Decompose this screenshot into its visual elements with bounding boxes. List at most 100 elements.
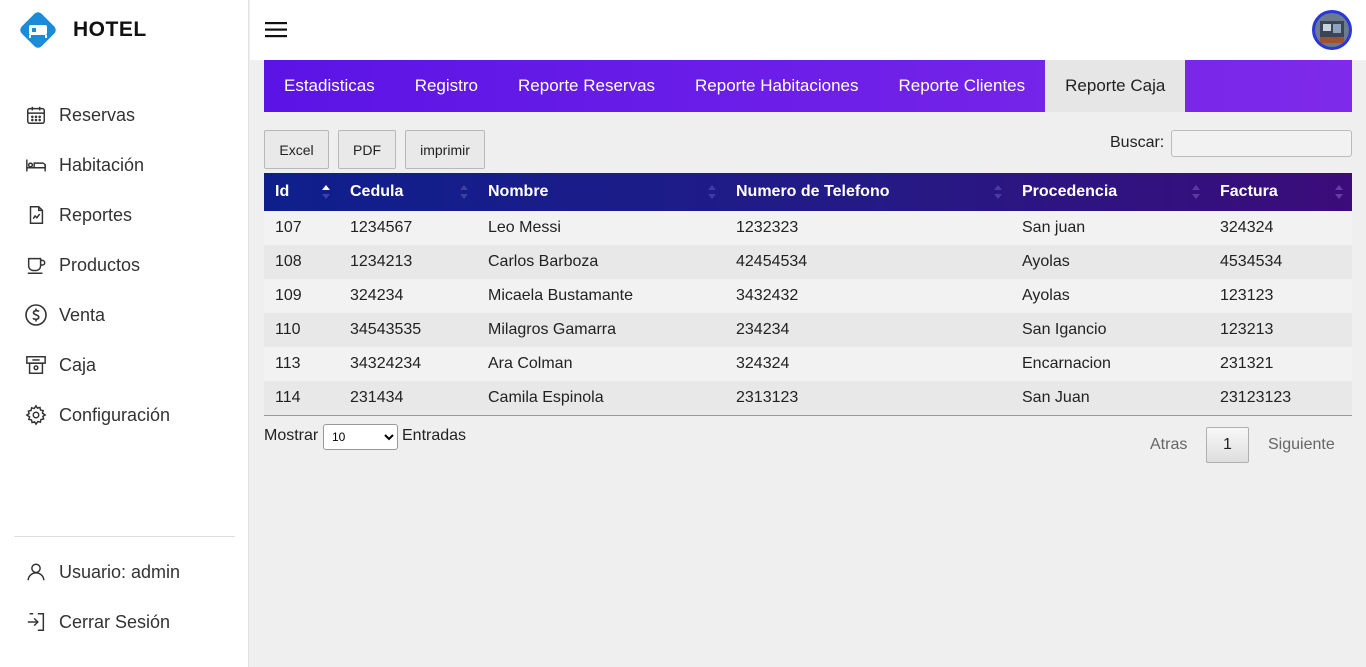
column-header-telefono[interactable]: Numero de Telefono — [725, 173, 1011, 211]
sidebar-item-label: Configuración — [59, 404, 171, 425]
sort-asc-icon — [322, 185, 330, 199]
brand[interactable]: HOTEL — [18, 10, 147, 50]
sidebar-item-label: Caja — [59, 354, 97, 375]
page-size-select[interactable]: 10 — [323, 424, 398, 450]
cell-id: 110 — [275, 321, 301, 338]
sort-icon — [1192, 185, 1200, 199]
avatar-image-icon — [1315, 13, 1349, 47]
column-header-nombre[interactable]: Nombre — [477, 173, 725, 211]
pagination-next[interactable]: Siguiente — [1268, 436, 1335, 454]
show-label: Mostrar — [264, 427, 319, 444]
sidebar-divider — [14, 536, 235, 537]
tab-reporte-reservas[interactable]: Reporte Reservas — [498, 60, 675, 112]
sidebar-item-label: Venta — [59, 304, 106, 325]
cell-cedula: 1234213 — [350, 253, 413, 270]
tab-registro[interactable]: Registro — [395, 60, 498, 112]
pdf-button[interactable]: PDF — [338, 130, 396, 169]
sidebar-item-productos[interactable]: Productos — [0, 240, 249, 290]
cell-telefono: 324324 — [736, 355, 790, 372]
user-icon — [24, 560, 48, 584]
sort-icon — [708, 185, 716, 199]
gear-icon — [24, 403, 48, 427]
hamburger-icon[interactable] — [265, 18, 289, 42]
cell-factura: 123123 — [1220, 287, 1274, 304]
search-label: Buscar: — [1110, 134, 1165, 151]
sidebar-item-label: Reservas — [59, 104, 136, 125]
table-row[interactable]: 114 231434 Camila Espinola 2313123 San J… — [264, 381, 1352, 415]
cell-procedencia: San Juan — [1022, 389, 1090, 406]
search-input[interactable] — [1171, 130, 1352, 157]
topbar — [250, 0, 1366, 60]
column-header-factura[interactable]: Factura — [1209, 173, 1352, 211]
cell-procedencia: San Igancio — [1022, 321, 1107, 338]
cell-telefono: 234234 — [736, 321, 790, 338]
pagination-page-1[interactable]: 1 — [1206, 427, 1249, 463]
column-header-cedula[interactable]: Cedula — [339, 173, 477, 211]
cell-factura: 324324 — [1220, 219, 1274, 236]
tab-reporte-clientes[interactable]: Reporte Clientes — [879, 60, 1046, 112]
cup-icon — [24, 253, 48, 277]
cell-nombre: Micaela Bustamante — [488, 287, 633, 304]
cell-cedula: 324234 — [350, 287, 404, 304]
cell-procedencia: Ayolas — [1022, 287, 1070, 304]
cell-id: 108 — [275, 253, 302, 270]
column-header-id[interactable]: Id — [264, 173, 339, 211]
table-row[interactable]: 109 324234 Micaela Bustamante 3432432 Ay… — [264, 279, 1352, 313]
tab-reporte-caja[interactable]: Reporte Caja — [1045, 60, 1186, 112]
sidebar-nav: Reservas Habitación Reportes Productos V… — [0, 90, 249, 440]
sidebar-bottom-nav: Usuario: admin Cerrar Sesión — [0, 547, 249, 647]
pagination-previous[interactable]: Atras — [1150, 436, 1187, 454]
cell-id: 109 — [275, 287, 302, 304]
sidebar-item-caja[interactable]: Caja — [0, 340, 249, 390]
cell-id: 107 — [275, 219, 302, 236]
table-row[interactable]: 110 34543535 Milagros Gamarra 234234 San… — [264, 313, 1352, 347]
sort-icon — [1335, 185, 1343, 199]
table-row[interactable]: 107 1234567 Leo Messi 1232323 San juan 3… — [264, 211, 1352, 245]
sidebar-item-reservas[interactable]: Reservas — [0, 90, 249, 140]
cell-telefono: 2313123 — [736, 389, 799, 406]
sidebar-item-label: Usuario: admin — [59, 561, 181, 582]
excel-button[interactable]: Excel — [264, 130, 329, 169]
sidebar-item-label: Habitación — [59, 154, 145, 175]
data-table: Id Cedula Nombre Numero de Telefono Proc… — [264, 173, 1352, 415]
sidebar-item-usuario[interactable]: Usuario: admin — [0, 547, 249, 597]
column-header-procedencia[interactable]: Procedencia — [1011, 173, 1209, 211]
sidebar: HOTEL Reservas Habitación Reportes Produ… — [0, 0, 249, 667]
avatar[interactable] — [1312, 10, 1352, 50]
cell-cedula: 34324234 — [350, 355, 422, 372]
print-button[interactable]: imprimir — [405, 130, 485, 169]
cell-nombre: Ara Colman — [488, 355, 573, 372]
cell-nombre: Leo Messi — [488, 219, 561, 236]
sidebar-item-habitacion[interactable]: Habitación — [0, 140, 249, 190]
tab-reporte-habitaciones[interactable]: Reporte Habitaciones — [675, 60, 878, 112]
cell-nombre: Camila Espinola — [488, 389, 604, 406]
tab-estadisticas[interactable]: Estadisticas — [264, 60, 395, 112]
table-row[interactable]: 108 1234213 Carlos Barboza 42454534 Ayol… — [264, 245, 1352, 279]
cell-procedencia: Encarnacion — [1022, 355, 1111, 372]
cell-factura: 231321 — [1220, 355, 1274, 372]
cell-procedencia: San juan — [1022, 219, 1086, 236]
bed-icon — [24, 153, 48, 177]
cell-factura: 4534534 — [1220, 253, 1283, 270]
cell-id: 113 — [275, 355, 301, 372]
cell-cedula: 34543535 — [350, 321, 422, 338]
table-bottom-border — [264, 415, 1352, 416]
cash-register-icon — [24, 353, 48, 377]
report-icon — [24, 203, 48, 227]
cell-procedencia: Ayolas — [1022, 253, 1070, 270]
cell-nombre: Milagros Gamarra — [488, 321, 617, 338]
cell-telefono: 1232323 — [736, 219, 799, 236]
brand-name: HOTEL — [73, 18, 147, 41]
sidebar-item-venta[interactable]: Venta — [0, 290, 249, 340]
calendar-icon — [24, 103, 48, 127]
sidebar-item-configuracion[interactable]: Configuración — [0, 390, 249, 440]
table-row[interactable]: 113 34324234 Ara Colman 324324 Encarnaci… — [264, 347, 1352, 381]
sort-icon — [994, 185, 1002, 199]
sidebar-item-reportes[interactable]: Reportes — [0, 190, 249, 240]
sidebar-item-label: Reportes — [59, 204, 133, 225]
sidebar-item-cerrar-sesion[interactable]: Cerrar Sesión — [0, 597, 249, 647]
cell-telefono: 42454534 — [736, 253, 808, 270]
entries-label: Entradas — [402, 427, 467, 444]
logout-icon — [24, 610, 48, 634]
sidebar-item-label: Cerrar Sesión — [59, 611, 171, 632]
